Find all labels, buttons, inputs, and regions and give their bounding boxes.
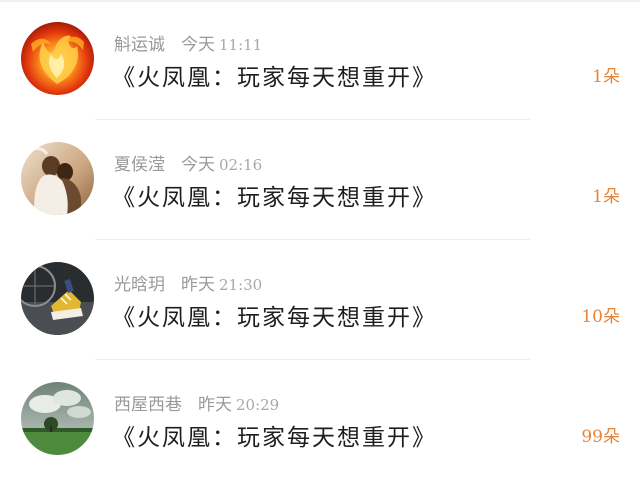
list-item[interactable]: 西屋西巷 昨天 20:29 《火凤凰：玩家每天想重开》 99朵: [0, 360, 640, 480]
item-day: 今天: [181, 155, 215, 175]
gift-list: 斛运诚 今天 11:11 《火凤凰：玩家每天想重开》 1朵 夏侯滢 今天 02:…: [0, 0, 640, 480]
user-name[interactable]: 西屋西巷: [114, 395, 182, 415]
gift-count: 1朵: [592, 187, 620, 207]
gift-count: 10朵: [581, 307, 620, 327]
phoenix-avatar-icon[interactable]: [21, 22, 94, 95]
item-time: 02:16: [219, 156, 263, 174]
item-day: 昨天: [181, 275, 215, 295]
couple-photo-avatar-icon[interactable]: [21, 142, 94, 215]
user-name[interactable]: 光晗玥: [114, 275, 165, 295]
list-item[interactable]: 夏侯滢 今天 02:16 《火凤凰：玩家每天想重开》 1朵: [0, 120, 640, 240]
item-meta: 斛运诚 今天 11:11: [114, 30, 262, 55]
item-time: 20:29: [236, 396, 280, 414]
list-item[interactable]: 光晗玥 昨天 21:30 《火凤凰：玩家每天想重开》 10朵: [0, 240, 640, 360]
gift-count: 1朵: [592, 67, 620, 87]
item-day: 昨天: [198, 395, 232, 415]
sneaker-avatar-icon[interactable]: [21, 262, 94, 335]
user-name[interactable]: 斛运诚: [114, 35, 165, 55]
user-name[interactable]: 夏侯滢: [114, 155, 165, 175]
gift-count: 99朵: [581, 427, 620, 447]
item-meta: 西屋西巷 昨天 20:29: [114, 390, 279, 415]
book-title[interactable]: 《火凤凰：玩家每天想重开》: [112, 178, 437, 212]
book-title[interactable]: 《火凤凰：玩家每天想重开》: [112, 58, 437, 92]
book-title[interactable]: 《火凤凰：玩家每天想重开》: [112, 418, 437, 452]
item-time: 11:11: [219, 36, 263, 54]
item-day: 今天: [181, 35, 215, 55]
book-title[interactable]: 《火凤凰：玩家每天想重开》: [112, 298, 437, 332]
item-meta: 夏侯滢 今天 02:16: [114, 150, 262, 175]
list-item[interactable]: 斛运诚 今天 11:11 《火凤凰：玩家每天想重开》 1朵: [0, 0, 640, 120]
item-meta: 光晗玥 昨天 21:30: [114, 270, 262, 295]
item-time: 21:30: [219, 276, 263, 294]
landscape-avatar-icon[interactable]: [21, 382, 94, 455]
